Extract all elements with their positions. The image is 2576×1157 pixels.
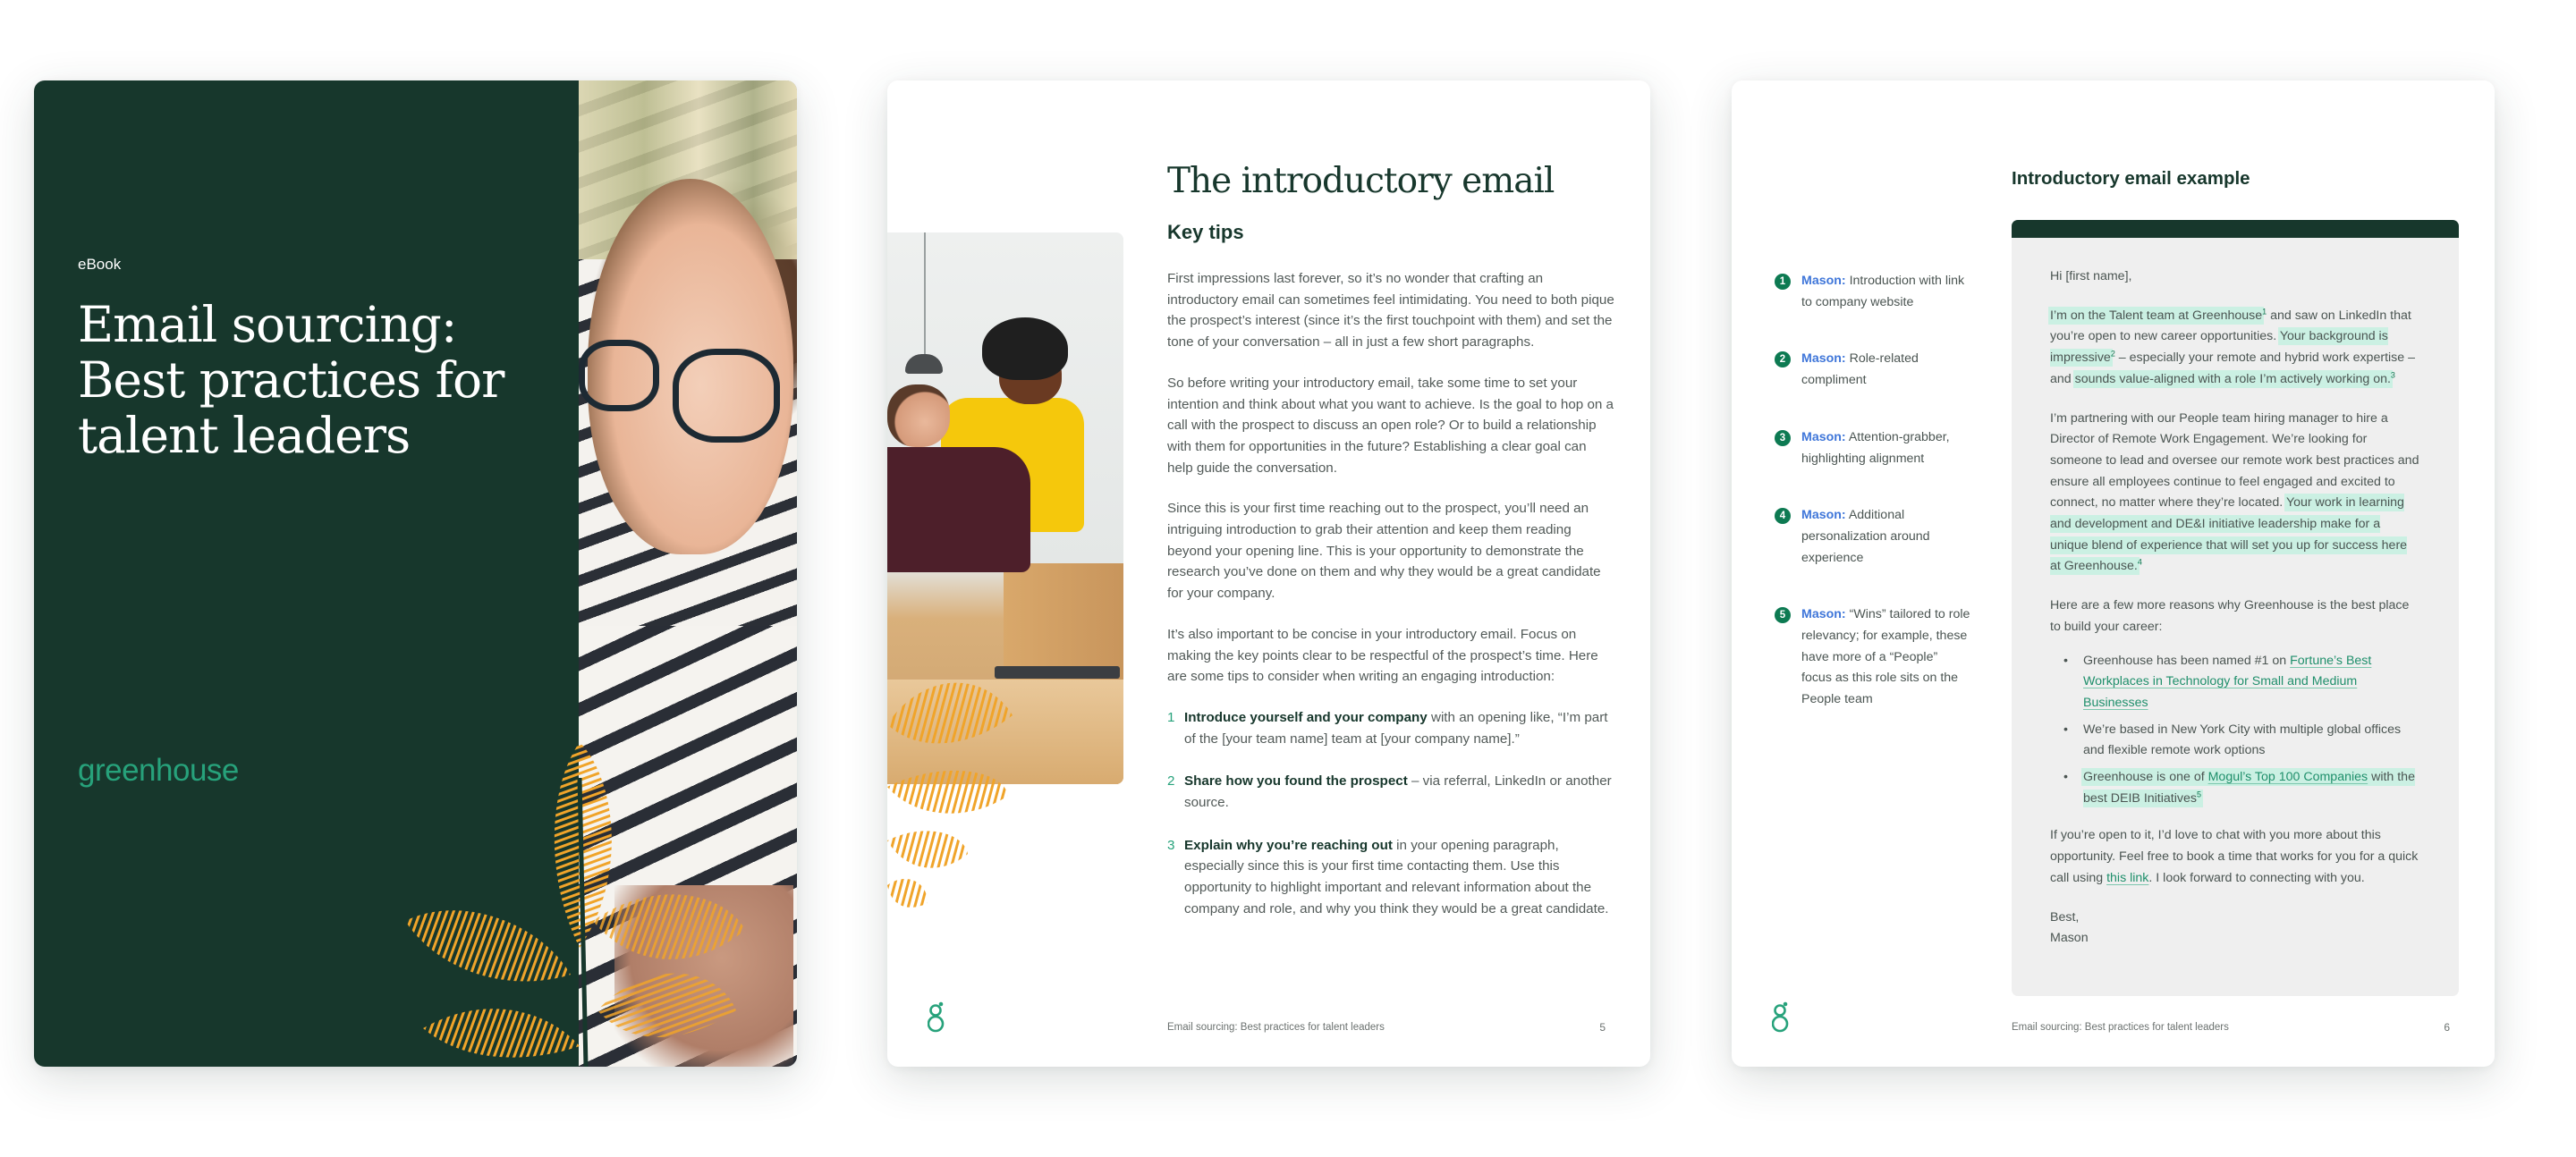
photo-lamp-cord [924, 232, 926, 358]
annotation-item: 1 Mason: Introduction with link to compa… [1775, 271, 1971, 313]
cover-title-line: Email sourcing: [78, 296, 457, 353]
footnote-marker: 3 [2390, 370, 2395, 380]
footnote-marker: 4 [2137, 557, 2142, 567]
greenhouse-g-icon [1772, 1001, 1789, 1033]
body-paragraph: Since this is your first time reaching o… [1167, 501, 1601, 602]
email-paragraph: Here are a few more reasons why Greenhou… [2050, 598, 2410, 634]
leaf-left-upper [405, 910, 571, 982]
tip-item: 1 Introduce yourself and your company wi… [1167, 707, 1614, 749]
leaf-left-lower [423, 1009, 580, 1058]
greenhouse-g-icon [928, 1001, 945, 1033]
annotation-author: Mason: [1801, 607, 1846, 622]
annotation-author: Mason: [1801, 351, 1846, 367]
cover-title: Email sourcing: Best practices for talen… [78, 297, 543, 463]
photo-woman-headwrap [982, 317, 1068, 380]
tip-heading: Explain why you’re reaching out [1184, 837, 1393, 853]
section-subtitle: Key tips [1167, 221, 1244, 243]
tip-number: 3 [1167, 837, 1175, 853]
highlight-5: Greenhouse is one of Mogul’s Top 100 Com… [2083, 770, 2415, 806]
email-text: Greenhouse has been named #1 on [2083, 653, 2291, 668]
ebook-cover-page: eBook Email sourcing: Best practices for… [34, 80, 797, 1067]
footer-title: Email sourcing: Best practices for talen… [1167, 1022, 1385, 1033]
footer-title: Email sourcing: Best practices for talen… [2012, 1022, 2229, 1033]
page-body: First impressions last forever, so it’s … [1167, 268, 1614, 942]
body-paragraph: It’s also important to be concise in you… [1167, 626, 1598, 685]
email-closing: Best, [2050, 909, 2080, 925]
photo-glasses-right [673, 349, 780, 443]
annotation-item: 4 Mason: Additional personalization arou… [1775, 505, 1971, 569]
email-text: . I look forward to connecting with you. [2148, 870, 2365, 885]
highlight-1: I’m on the Talent team at Greenhouse [2050, 308, 2263, 323]
page-5: The introductory email Key tips First im… [887, 80, 1650, 1067]
email-text: Greenhouse is one of [2083, 770, 2208, 785]
annotation-author: Mason: [1801, 274, 1846, 288]
leaf-right-upper [593, 894, 745, 959]
cover-title-line: Best practices for [78, 351, 504, 409]
highlight-3: sounds value-aligned with a role I’m act… [2074, 371, 2391, 386]
email-paragraph: I’m partnering with our People team hiri… [2050, 409, 2420, 578]
page-6: Introductory email example 1 Mason: Intr… [1732, 80, 2495, 1067]
email-bullet-list: Greenhouse has been named #1 on Fortune’… [2050, 651, 2420, 810]
tip-item: 3 Explain why you’re reaching out in you… [1167, 835, 1614, 920]
annotation-number-badge: 5 [1775, 607, 1791, 624]
tip-heading: Introduce yourself and your company [1184, 709, 1428, 725]
annotation-item: 3 Mason: Attention-grabber, highlighting… [1775, 427, 1971, 469]
leaf-right-lower [597, 973, 736, 1037]
page-number: 6 [2444, 1021, 2450, 1034]
photo-lamp [905, 354, 943, 374]
annotation-item: 5 Mason: “Wins” tailored to role relevan… [1775, 604, 1971, 711]
email-greeting: Hi [first name], [2050, 269, 2132, 283]
email-body: Hi [first name], I’m on the Talent team … [2012, 238, 2459, 950]
email-paragraph: I’m on the Talent team at Greenhouse1 an… [2050, 306, 2420, 391]
fingerprint-leaf-illustration [405, 742, 745, 1067]
ebook-label: eBook [78, 256, 122, 273]
email-bullet: Greenhouse is one of Mogul’s Top 100 Com… [2050, 767, 2420, 809]
booking-link[interactable]: this link [2106, 871, 2148, 885]
email-text: We’re based in New York City with multip… [2083, 722, 2402, 758]
annotation-number-badge: 2 [1775, 351, 1791, 368]
annotation-text: “Wins” tailored to role relevancy; for e… [1801, 607, 1970, 707]
annotation-number-badge: 4 [1775, 508, 1791, 525]
annotation-list: 1 Mason: Introduction with link to compa… [1775, 271, 1971, 747]
body-paragraph: So before writing your introductory emai… [1167, 375, 1614, 476]
email-paragraph: If you’re open to it, I’d love to chat w… [2050, 825, 2420, 889]
photo-man-head [887, 384, 950, 447]
greenhouse-logo: greenhouse [78, 753, 239, 788]
email-example-card: Hi [first name], I’m on the Talent team … [2012, 220, 2459, 996]
page-title: The introductory email [1167, 161, 1555, 201]
email-bullet: We’re based in New York City with multip… [2050, 720, 2420, 762]
email-header-bar [2012, 220, 2459, 238]
page-number: 5 [1599, 1021, 1606, 1034]
annotation-item: 2 Mason: Role-related compliment [1775, 349, 1971, 391]
email-signature: Mason [2050, 931, 2089, 946]
tip-heading: Share how you found the prospect [1184, 773, 1408, 790]
photo-glasses-left [579, 340, 659, 411]
page-title: Introductory email example [2012, 168, 2250, 189]
tip-number: 2 [1167, 773, 1175, 790]
annotation-number-badge: 1 [1775, 274, 1791, 290]
body-paragraph: First impressions last forever, so it’s … [1167, 271, 1614, 350]
annotation-number-badge: 3 [1775, 429, 1791, 446]
photo-man-shirt [887, 447, 1030, 572]
tip-item: 2 Share how you found the prospect – via… [1167, 771, 1614, 813]
moguls-top-100-link[interactable]: Mogul’s Top 100 Companies [2208, 770, 2368, 784]
annotation-author: Mason: [1801, 508, 1846, 523]
tip-number: 1 [1167, 709, 1175, 725]
footnote-marker: 5 [2196, 790, 2201, 799]
annotation-author: Mason: [1801, 429, 1846, 444]
fingerprint-leaf-illustration [887, 682, 1013, 908]
email-bullet: Greenhouse has been named #1 on Fortune’… [2050, 651, 2420, 714]
cover-title-line: talent leaders [78, 407, 411, 464]
